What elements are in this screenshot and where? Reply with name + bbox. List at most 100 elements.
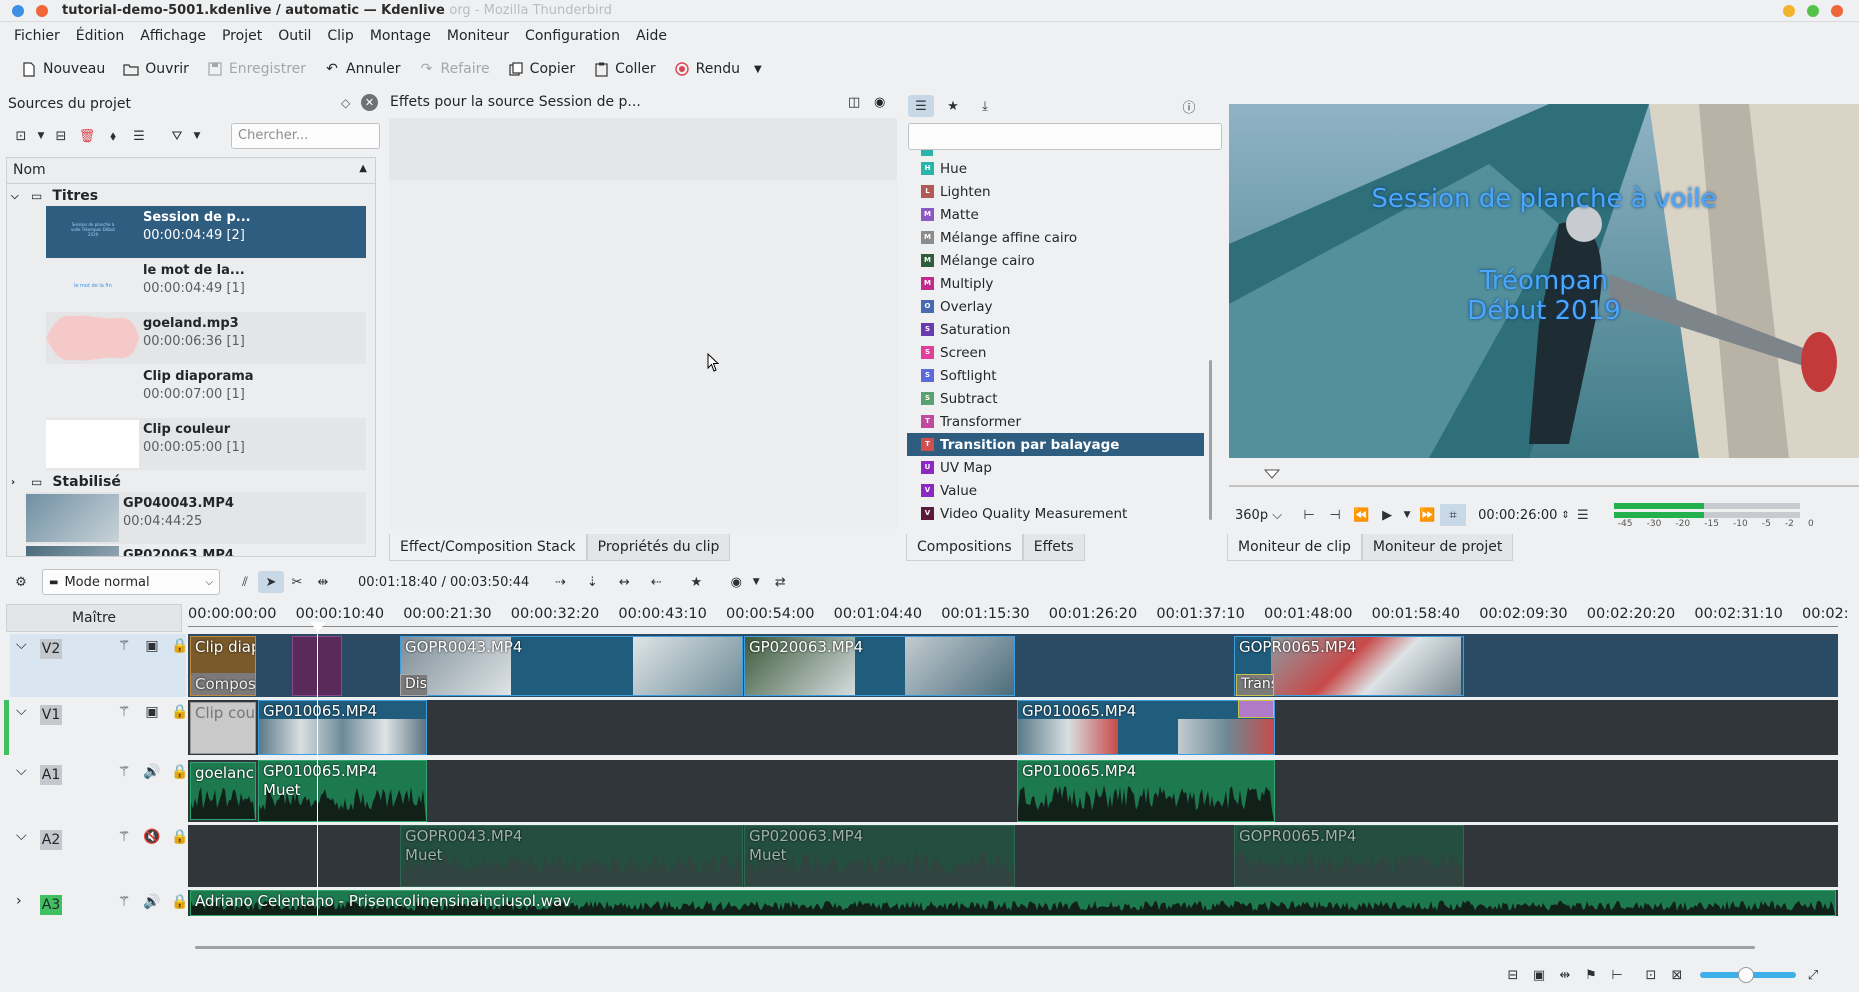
folder-titres[interactable]: ⌵ ▭ Titres xyxy=(7,186,98,206)
menu-icon[interactable]: ☰ xyxy=(1570,504,1596,526)
effect-list-item[interactable]: H Hue xyxy=(907,157,1204,180)
timeline-audio-clip[interactable]: GOPR0043.MP4 Muet xyxy=(400,825,743,887)
add-folder-icon[interactable]: ⊟ xyxy=(48,125,74,147)
speaker-icon[interactable]: 🔊 xyxy=(138,894,166,910)
zone-icon[interactable]: ⌗ xyxy=(1440,504,1467,526)
info-icon[interactable]: ⓘ xyxy=(1176,95,1202,117)
menu-icon[interactable]: ☰ xyxy=(126,125,152,147)
effect-list-item[interactable]: M Multiply xyxy=(907,272,1204,295)
timeline-audio-clip[interactable]: GOPR0065.MP4 xyxy=(1234,825,1464,887)
render-button[interactable]: Rendu ▼ xyxy=(665,54,771,84)
speaker-muted-icon[interactable]: 🔇 xyxy=(138,829,166,845)
effect-list-item[interactable]: V Video Quality Measurement xyxy=(907,502,1204,525)
timeline-clip[interactable]: GP010065.MP4 xyxy=(258,700,427,755)
tab-project-monitor[interactable]: Moniteur de projet xyxy=(1361,534,1514,561)
zoom-slider[interactable] xyxy=(1700,967,1796,983)
overwrite-icon[interactable]: ⇣ xyxy=(579,571,605,593)
list-item[interactable]: GP040043.MP4 00:04:44:25 xyxy=(26,492,366,544)
rewind-icon[interactable]: ⏪ xyxy=(1348,504,1374,526)
menu-fichier[interactable]: Fichier xyxy=(6,22,68,50)
thumbnail-icon[interactable]: ▣ xyxy=(1526,964,1552,986)
effects-wand-icon[interactable]: ⚚ xyxy=(110,894,138,910)
effect-list-item[interactable]: V Value xyxy=(907,479,1204,502)
zoom-in-icon[interactable]: ⤢ xyxy=(1800,964,1826,986)
set-in-point-icon[interactable]: ⊢ xyxy=(1296,504,1322,526)
filter-icon[interactable]: ⛛ xyxy=(164,125,190,147)
timeline-audio-clip[interactable]: GP010065.MP4 Muet xyxy=(258,760,427,822)
save-button[interactable]: Enregistrer xyxy=(198,54,315,84)
settings-sliders-icon[interactable]: ⚙ xyxy=(8,571,34,593)
monitor-video-frame[interactable]: Session de planche à voile Tréompan Débu… xyxy=(1229,104,1859,458)
effect-list-item[interactable]: S Softlight xyxy=(907,364,1204,387)
insert-icon[interactable]: ⇢ xyxy=(547,571,573,593)
list-item[interactable]: GP020063.MP4 xyxy=(26,544,366,556)
menu-affichage[interactable]: Affichage xyxy=(132,22,214,50)
list-item[interactable]: Clip couleur 00:00:05:00 [1] xyxy=(46,418,366,470)
redo-button[interactable]: ↷ Refaire xyxy=(410,54,499,84)
chevron-right-icon[interactable]: › xyxy=(11,477,27,488)
chevron-down-icon[interactable]: ▼ xyxy=(190,125,204,147)
spacer-tool-icon[interactable]: ⫽ xyxy=(232,571,258,593)
tab-clip-monitor[interactable]: Moniteur de clip xyxy=(1227,534,1362,561)
timeline-audio-clip[interactable]: GP020063.MP4 Muet xyxy=(744,825,1015,887)
effects-wand-icon[interactable]: ⚚ xyxy=(110,764,138,780)
copy-button[interactable]: Copier xyxy=(499,54,585,84)
mixer-icon[interactable]: ⇄ xyxy=(767,571,793,593)
timeline-audio-clip[interactable]: GP010065.MP4 xyxy=(1017,760,1275,822)
effect-list-item[interactable]: S Screen xyxy=(907,341,1204,364)
effect-list-item[interactable]: M Mélange affine cairo xyxy=(907,226,1204,249)
window-shade-icon[interactable] xyxy=(1783,5,1795,17)
effect-list-item[interactable]: S Saturation xyxy=(907,318,1204,341)
spin-arrows-icon[interactable]: ⇕ xyxy=(1561,510,1569,521)
split-compare-icon[interactable]: ◫ xyxy=(848,95,860,110)
dissolve-composition[interactable]: Dis xyxy=(400,674,428,696)
film-icon[interactable]: ▣ xyxy=(138,638,166,654)
timeline-clip[interactable]: GOPR0043.MP4 xyxy=(400,636,743,696)
effects-scrollbar[interactable] xyxy=(1208,150,1214,520)
favorite-star-icon[interactable]: ★ xyxy=(940,95,966,117)
chevron-down-icon[interactable]: ▼ xyxy=(1400,504,1414,526)
timeline-ruler[interactable]: 00:00:00:00 00:00:10:40 00:00:21:30 00:00:3… xyxy=(188,604,1849,632)
list-item[interactable]: le mot de la fin le mot de la... 00:00:0… xyxy=(46,259,366,311)
playhead-marker[interactable] xyxy=(310,622,326,632)
monitor-ruler[interactable] xyxy=(1229,468,1859,496)
effect-list-item[interactable]: O Overlay xyxy=(907,295,1204,318)
chevron-down-icon[interactable]: ⌵ xyxy=(16,828,27,844)
add-clip-icon[interactable]: ⊡ xyxy=(8,125,34,147)
track-header-v1[interactable]: ⌵ V1 ⚚ ▣ 🔒 xyxy=(4,700,189,763)
window-close-icon[interactable] xyxy=(12,5,24,17)
paste-button[interactable]: Coller xyxy=(584,54,665,84)
edit-mode-select[interactable]: ▬ Mode normal ⌵ xyxy=(42,569,220,595)
bin-search-input[interactable]: Chercher... xyxy=(231,123,380,149)
master-track-label[interactable]: Maître xyxy=(6,604,182,632)
record-icon[interactable]: ◉ xyxy=(723,571,749,593)
delete-icon[interactable]: 🗑 xyxy=(74,125,100,147)
favorite-star-icon[interactable]: ★ xyxy=(683,571,709,593)
window-maximize-icon[interactable] xyxy=(1807,5,1819,17)
track-header-a2[interactable]: ⌵ A2 ⚚ 🔇 🔒 xyxy=(10,825,189,888)
extract-icon[interactable]: ↔ xyxy=(611,571,637,593)
effects-wand-icon[interactable]: ⚚ xyxy=(110,829,138,845)
menu-configuration[interactable]: Configuration xyxy=(517,22,628,50)
menu-edition[interactable]: Édition xyxy=(68,22,132,50)
chevron-down-icon[interactable]: ⌵ xyxy=(11,191,27,202)
timeline-audio-clip[interactable]: Adriano Celentano - Prisencolinensinainc… xyxy=(190,890,1836,916)
lift-icon[interactable]: ⇠ xyxy=(643,571,669,593)
tab-compositions[interactable]: Compositions xyxy=(906,534,1023,561)
timeline-clip[interactable]: Clip cou xyxy=(190,702,256,754)
snap-icon[interactable]: ⇹ xyxy=(1552,964,1578,986)
razor-tool-icon[interactable]: ✂ xyxy=(284,571,310,593)
timeline-clip[interactable]: Clip diap Compos xyxy=(190,636,256,696)
list-item[interactable]: goeland.mp3 00:00:06:36 [1] xyxy=(46,312,366,364)
effects-search-input[interactable] xyxy=(908,123,1222,150)
effect-list-item[interactable]: T Transformer xyxy=(907,410,1204,433)
chevron-down-icon[interactable]: ▼ xyxy=(34,125,48,147)
tab-clip-properties[interactable]: Propriétés du clip xyxy=(586,534,731,561)
select-tool-icon[interactable]: ➤ xyxy=(258,571,284,593)
download-icon[interactable]: ⤓ xyxy=(972,95,998,117)
effect-list-item[interactable]: S Subtract xyxy=(907,387,1204,410)
film-icon[interactable]: ▣ xyxy=(138,704,166,720)
split-audio-icon[interactable]: ⊟ xyxy=(1500,964,1526,986)
new-button[interactable]: Nouveau xyxy=(12,54,114,84)
zoom-fit-icon[interactable]: ⊡ xyxy=(1638,964,1664,986)
